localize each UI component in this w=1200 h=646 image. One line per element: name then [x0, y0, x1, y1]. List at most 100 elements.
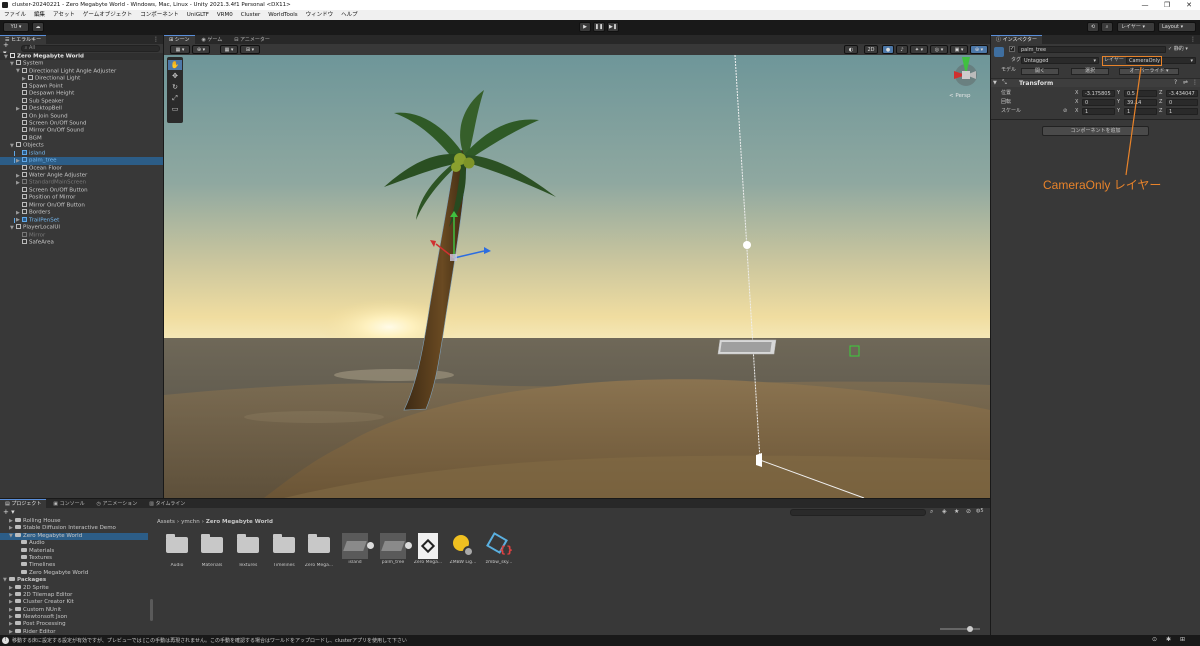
minimize-button[interactable]: —	[1134, 0, 1156, 10]
hierarchy-item[interactable]: ▶ Water Angle Adjuster	[0, 172, 163, 179]
shading-mode-button[interactable]: ◐	[844, 45, 858, 54]
menu-component[interactable]: コンポーネント	[136, 10, 183, 20]
hierarchy-item[interactable]: Mirror On/Off Sound	[0, 127, 163, 134]
menu-window[interactable]: ウィンドウ	[302, 10, 338, 20]
project-tree-item[interactable]: ▶ Newtonsoft Json	[0, 614, 148, 621]
hierarchy-item[interactable]: ▼ PlayerLocalUI	[0, 224, 163, 231]
project-tree-item[interactable]: ▶ 2D Tilemap Editor	[0, 591, 148, 599]
project-search-input[interactable]	[790, 509, 926, 516]
asset-item[interactable]: island	[338, 533, 374, 565]
hierarchy-item[interactable]: Screen On/Off Sound	[0, 119, 163, 127]
view-tool-icon[interactable]: ✋	[168, 60, 182, 70]
menu-assets[interactable]: アセット	[49, 10, 79, 20]
tab-project[interactable]: ▤ プロジェクト	[0, 499, 47, 508]
transform-header[interactable]: ▼ ⤡ Transform ? ⇌ ⋮	[991, 78, 1200, 87]
project-tree-item[interactable]: ▶ Rolling House	[0, 518, 148, 525]
scene-root[interactable]: ▼ Zero Megabyte World	[0, 53, 163, 61]
asset-item[interactable]: Materials	[195, 533, 229, 568]
gizmos-dropdown[interactable]: ⊕ ▾	[970, 45, 988, 54]
history-icon[interactable]: ⟲	[1087, 22, 1099, 32]
position-z-field[interactable]: -3.434047	[1166, 90, 1198, 97]
hierarchy-item[interactable]: ▶ TrailPenSet	[0, 216, 163, 224]
hierarchy-search-input[interactable]: ⌕ All	[20, 45, 160, 52]
object-name-field[interactable]: palm_tree	[1018, 46, 1166, 53]
status-message[interactable]: 移動する床に設定する設定が有効ですが、プレビューでは [この手動は再現されません…	[12, 637, 407, 645]
lighting-toggle-icon[interactable]: ●	[882, 45, 894, 54]
persp-label[interactable]: < Persp	[949, 93, 970, 99]
search-by-type-icon[interactable]: ⌕	[930, 508, 933, 516]
step-button[interactable]: ▶❚	[607, 22, 619, 32]
rotation-z-field[interactable]: 0	[1166, 99, 1198, 106]
project-tree-item[interactable]: ▶ Stable Diffusion Interactive Demo	[0, 525, 148, 532]
icon-size-slider[interactable]	[940, 628, 980, 630]
project-tree-item[interactable]: Timelines	[0, 562, 148, 569]
breadcrumb-current[interactable]: Zero Megabyte World	[206, 519, 273, 525]
active-checkbox[interactable]: ✓	[1009, 46, 1015, 52]
hidden-objects-dropdown[interactable]: ◎ ▾	[930, 45, 948, 54]
inspector-menu-icon[interactable]: ⋮	[1190, 36, 1196, 43]
asset-item[interactable]: Timelines	[267, 533, 301, 568]
menu-edit[interactable]: 編集	[30, 10, 49, 20]
scale-link-icon[interactable]: ⊘	[1063, 108, 1067, 115]
pause-button[interactable]: ❚❚	[593, 22, 605, 32]
menu-cluster[interactable]: Cluster	[237, 10, 265, 20]
debug-icon[interactable]: ✱	[1166, 636, 1171, 643]
menu-unigltf[interactable]: UniGLTF	[183, 10, 213, 20]
hierarchy-item[interactable]: ▶ palm_tree	[0, 157, 163, 165]
layers-dropdown[interactable]: レイヤー ▾	[1117, 22, 1155, 32]
hierarchy-item[interactable]: ▶ StandardMainScreen	[0, 179, 163, 186]
menu-file[interactable]: ファイル	[0, 10, 30, 20]
project-tree-item[interactable]: ▶ 2D Sprite	[0, 584, 148, 592]
tab-inspector[interactable]: ⓘ インスペクター	[991, 35, 1042, 44]
hierarchy-item[interactable]: BGM	[0, 134, 163, 142]
hierarchy-item[interactable]: ▶ Borders	[0, 209, 163, 216]
scene-viewport[interactable]: < Persp ✋ ✥ ↻ ⤢ ▭	[164, 55, 990, 498]
hierarchy-item[interactable]: Mirror	[0, 231, 163, 239]
hierarchy-item[interactable]: SafeArea	[0, 238, 163, 246]
rotate-tool-icon[interactable]: ↻	[168, 82, 182, 92]
close-button[interactable]: ✕	[1178, 0, 1200, 10]
hierarchy-item[interactable]: Sub Speaker	[0, 97, 163, 105]
menu-vrm0[interactable]: VRM0	[213, 10, 237, 20]
project-tree-item[interactable]: Zero Megabyte World	[0, 569, 148, 577]
breadcrumb-ymchn[interactable]: ymchn	[181, 519, 200, 525]
asset-item[interactable]: Audio	[160, 533, 194, 568]
hierarchy-item[interactable]: Screen On/Off Button	[0, 186, 163, 194]
favorite-icon[interactable]: ★	[954, 508, 959, 515]
draw-mode-dropdown[interactable]: ▦ ▾	[170, 45, 190, 54]
project-tree-item[interactable]: Textures	[0, 554, 148, 562]
project-tree-item[interactable]: ▼ Packages	[0, 577, 148, 584]
hierarchy-item[interactable]: Position of Mirror	[0, 194, 163, 201]
menu-gameobject[interactable]: ゲームオブジェクト	[79, 10, 136, 20]
snap-dropdown[interactable]: ⊞ ▾	[240, 45, 260, 54]
breadcrumb-assets[interactable]: Assets	[157, 519, 175, 525]
tag-dropdown[interactable]: Untagged ▾	[1021, 57, 1099, 64]
asset-item[interactable]: Zero Mega...	[302, 533, 336, 568]
create-asset-button[interactable]: + ▾	[3, 508, 15, 516]
hierarchy-item[interactable]: ▼ Objects	[0, 142, 163, 149]
play-button[interactable]: ▶	[579, 22, 591, 32]
2d-toggle[interactable]: 2D	[864, 45, 878, 54]
asset-item[interactable]: {} zmbw_sky...	[482, 532, 516, 565]
hierarchy-item[interactable]: ▶ Directional Light	[0, 75, 163, 82]
audio-toggle-icon[interactable]: ♪	[896, 45, 908, 54]
asset-item[interactable]: Textures	[231, 533, 265, 568]
project-tree-item[interactable]: ▶ Post Processing	[0, 621, 148, 628]
project-tree-item[interactable]: ▼ Zero Megabyte World	[0, 532, 148, 541]
menu-help[interactable]: ヘルプ	[337, 10, 362, 20]
search-by-label-icon[interactable]: ◈	[942, 508, 947, 515]
cloud-icon[interactable]: ☁	[32, 22, 44, 32]
project-tree-item[interactable]: ▶ Custom NUnit	[0, 606, 148, 614]
tree-scrollbar[interactable]	[150, 599, 153, 621]
preset-icon[interactable]: ⇌	[1183, 79, 1188, 86]
search-icon[interactable]: ⌕	[1101, 22, 1113, 32]
menu-worldtools[interactable]: WorldTools	[264, 10, 301, 20]
cache-icon[interactable]: ⊞	[1180, 636, 1185, 643]
project-tree-item[interactable]: Audio	[0, 540, 148, 547]
hierarchy-item[interactable]: Ocean Floor	[0, 164, 163, 172]
scale-tool-icon[interactable]: ⤢	[168, 93, 182, 103]
hierarchy-item[interactable]: On Join Sound	[0, 112, 163, 120]
hierarchy-item[interactable]: ▼ System	[0, 60, 163, 67]
static-toggle[interactable]: ✓ 静的 ▾	[1168, 46, 1188, 53]
asset-item[interactable]: Zero Mega...	[411, 533, 445, 565]
